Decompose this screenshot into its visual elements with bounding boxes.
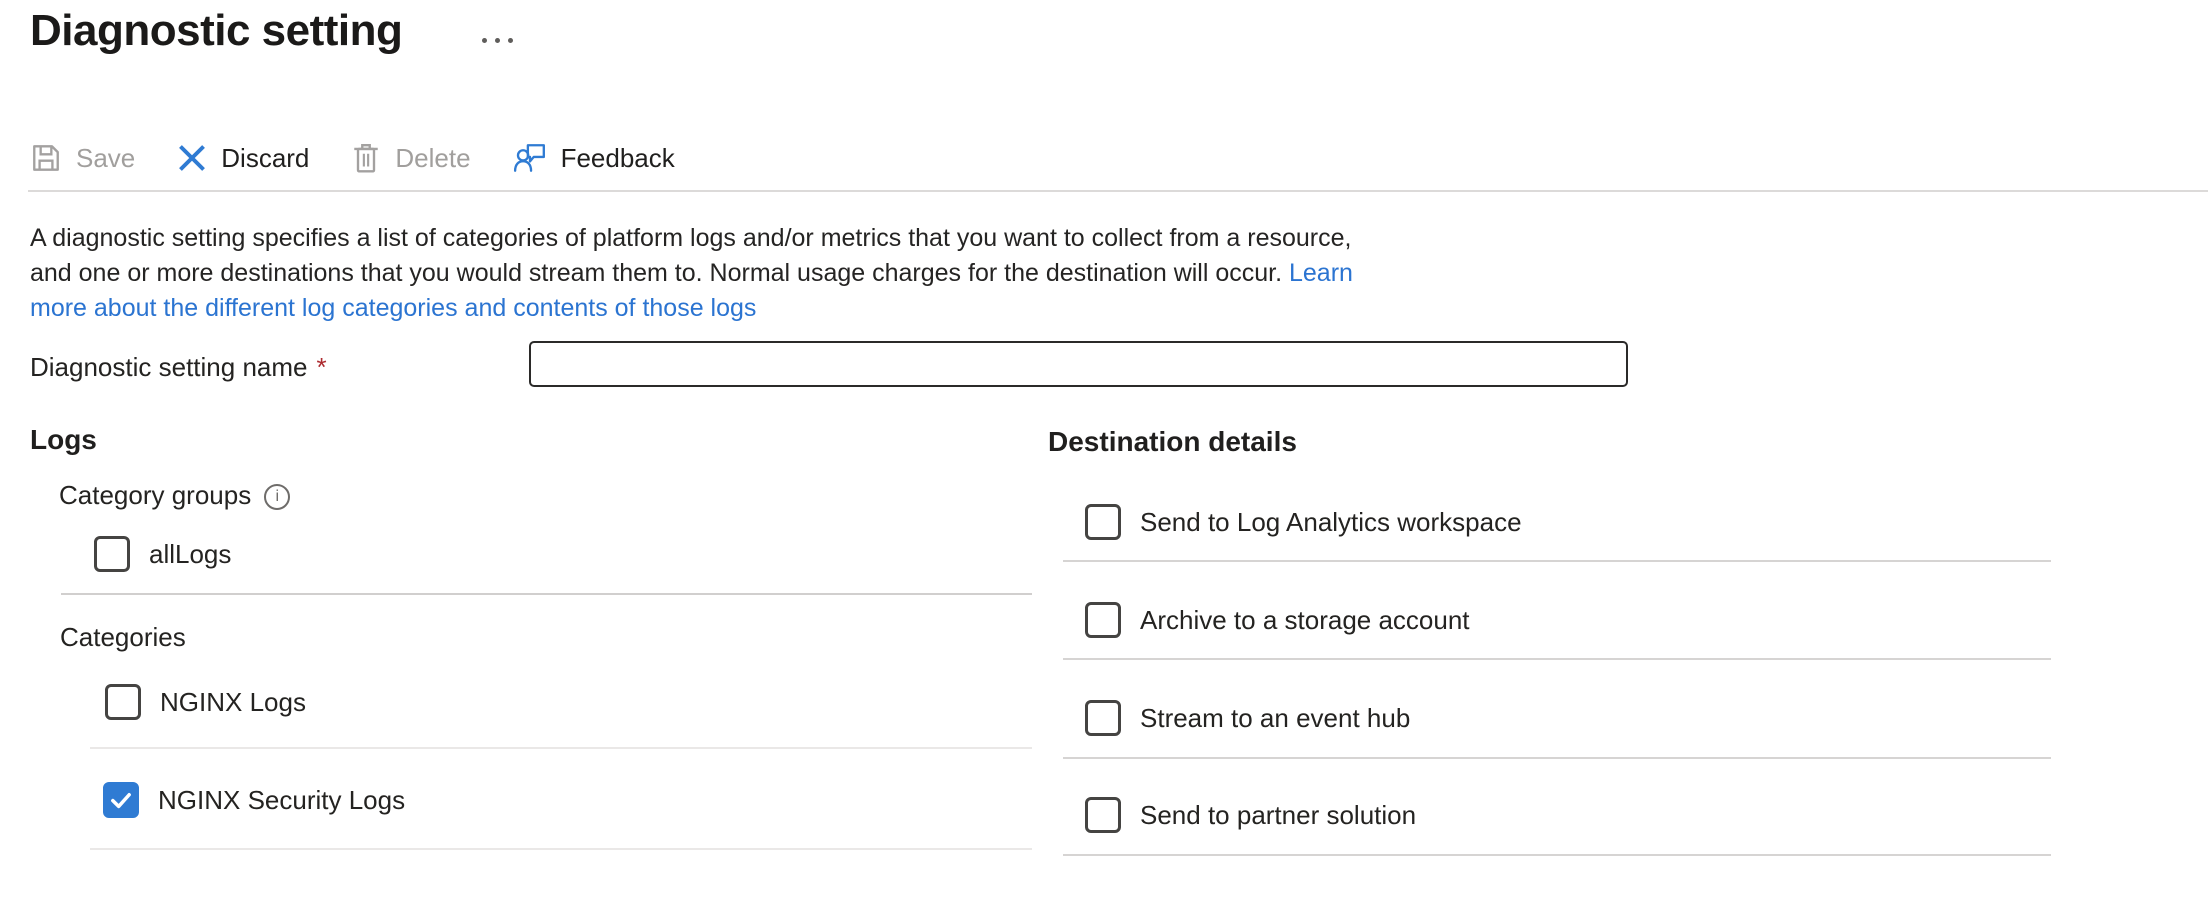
description-text: A diagnostic setting specifies a list of… [30, 221, 1353, 326]
description-line: more about the different log categories … [30, 291, 1353, 326]
diagnostic-setting-name-input[interactable] [529, 341, 1628, 387]
alllogs-checkbox-label: allLogs [149, 539, 231, 570]
checkbox-row-storage-account[interactable]: Archive to a storage account [1085, 602, 1470, 638]
logs-section-divider [61, 593, 1032, 595]
checkbox-row-nginx-logs[interactable]: NGINX Logs [105, 684, 306, 720]
category-groups-label: Category groups [59, 480, 251, 511]
page-title: Diagnostic setting [30, 6, 402, 56]
checkbox-row-log-analytics[interactable]: Send to Log Analytics workspace [1085, 504, 1522, 540]
trash-icon [351, 142, 381, 174]
row-divider [1063, 757, 2051, 759]
check-icon [107, 786, 135, 814]
description-plain-text: and one or more destinations that you wo… [30, 259, 1289, 287]
info-icon[interactable]: i [264, 484, 290, 510]
partner-solution-checkbox[interactable] [1085, 797, 1121, 833]
storage-account-checkbox-label: Archive to a storage account [1140, 605, 1470, 636]
storage-account-checkbox[interactable] [1085, 602, 1121, 638]
logs-section-heading: Logs [30, 424, 97, 456]
command-bar: Save Discard Delete Feedback [30, 134, 717, 182]
description-line: A diagnostic setting specifies a list of… [30, 221, 1353, 256]
checkbox-row-event-hub[interactable]: Stream to an event hub [1085, 700, 1410, 736]
category-groups-row: Category groups i [59, 480, 290, 511]
ellipsis-dot [495, 38, 500, 43]
feedback-icon [513, 141, 547, 175]
log-analytics-checkbox-label: Send to Log Analytics workspace [1140, 507, 1522, 538]
destination-details-heading: Destination details [1048, 426, 1297, 458]
log-analytics-checkbox[interactable] [1085, 504, 1121, 540]
row-divider [90, 747, 1032, 749]
nginx-logs-checkbox[interactable] [105, 684, 141, 720]
ellipsis-dot [482, 38, 487, 43]
description-line: and one or more destinations that you wo… [30, 256, 1353, 291]
learn-more-link[interactable]: more about the different log categories … [30, 294, 756, 322]
more-options-button[interactable] [478, 34, 517, 47]
save-button-label: Save [76, 143, 135, 174]
partner-solution-checkbox-label: Send to partner solution [1140, 800, 1416, 831]
row-divider [90, 848, 1032, 850]
event-hub-checkbox[interactable] [1085, 700, 1121, 736]
feedback-button[interactable]: Feedback [513, 141, 675, 175]
delete-button[interactable]: Delete [351, 142, 470, 174]
save-icon [30, 142, 62, 174]
checkbox-row-partner-solution[interactable]: Send to partner solution [1085, 797, 1416, 833]
checkbox-row-nginx-security-logs[interactable]: NGINX Security Logs [103, 782, 405, 818]
field-label-text: Diagnostic setting name [30, 352, 307, 383]
nginx-security-logs-checkbox[interactable] [103, 782, 139, 818]
nginx-security-logs-checkbox-label: NGINX Security Logs [158, 785, 405, 816]
toolbar-divider [28, 190, 2208, 192]
discard-button-label: Discard [221, 143, 309, 174]
row-divider [1063, 854, 2051, 856]
alllogs-checkbox[interactable] [94, 536, 130, 572]
row-divider [1063, 658, 2051, 660]
feedback-button-label: Feedback [561, 143, 675, 174]
event-hub-checkbox-label: Stream to an event hub [1140, 703, 1410, 734]
discard-button[interactable]: Discard [177, 143, 309, 174]
discard-x-icon [177, 143, 207, 173]
checkbox-row-alllogs[interactable]: allLogs [94, 536, 231, 572]
nginx-logs-checkbox-label: NGINX Logs [160, 687, 306, 718]
delete-button-label: Delete [395, 143, 470, 174]
categories-label: Categories [60, 622, 186, 653]
required-asterisk: * [316, 352, 326, 383]
diagnostic-setting-name-label: Diagnostic setting name * [30, 352, 327, 383]
ellipsis-dot [508, 38, 513, 43]
row-divider [1063, 560, 2051, 562]
learn-more-link[interactable]: Learn [1289, 259, 1353, 287]
save-button[interactable]: Save [30, 142, 135, 174]
